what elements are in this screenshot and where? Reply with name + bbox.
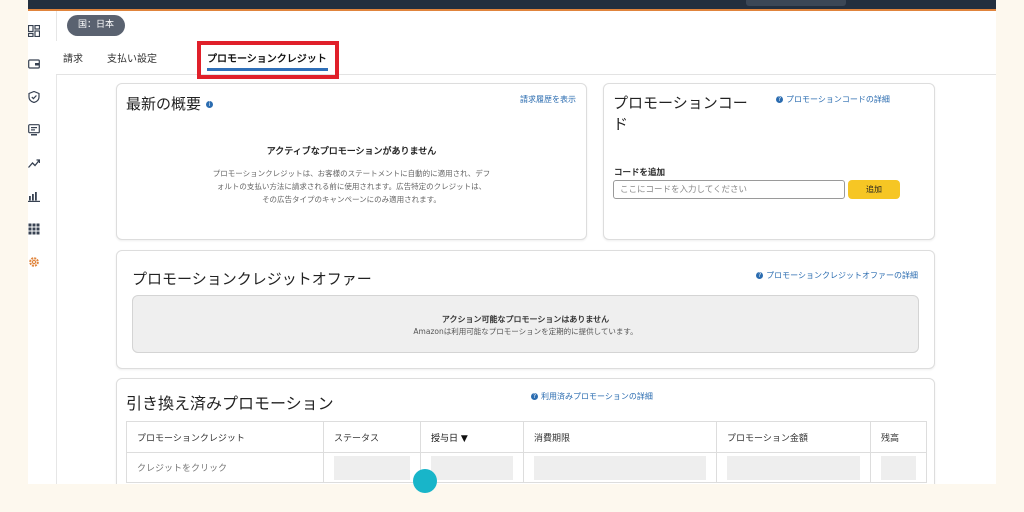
column-header-promotion-credit: プロモーションクレジット [126,421,324,453]
promo-code-title: プロモーションコー ド [613,93,748,135]
cell-promotion-credit[interactable]: クレジットをクリック [126,452,324,483]
redeemed-details-label: 利用済みプロモーションの詳細 [541,392,653,401]
info-icon[interactable]: i [205,101,213,108]
dashboard-icon[interactable] [28,25,40,37]
top-bar-button[interactable] [746,0,846,6]
tab-billing[interactable]: 請求 [63,50,83,65]
column-header-expiration: 消費期限 [523,421,717,453]
add-code-button[interactable]: 追加 [848,180,900,199]
column-header-balance: 残高 [870,421,927,453]
app-frame: 国：日本 請求 支払い設定 プロモーションクレジット 最新の概要 i 請求履歴を… [28,0,996,484]
promo-code-details-label: プロモーションコードの詳細 [786,95,890,104]
cursor-indicator [413,469,437,493]
trend-icon[interactable] [28,157,40,169]
offers-details-label: プロモーションクレジットオファーの詳細 [766,271,918,280]
settings-icon[interactable] [28,256,40,268]
description-line: その広告タイプのキャンペーンにのみ適用されます。 [262,195,441,204]
tab-bar: 請求 支払い設定 プロモーションクレジット [56,41,996,79]
column-header-status: ステータス [323,421,421,453]
table-row[interactable]: クレジットをクリック [126,452,927,483]
cell-loading [523,452,717,483]
latest-overview-card: 最新の概要 i 請求履歴を表示 アクティブなプロモーションがありません プロモー… [116,83,587,240]
grid-icon[interactable] [28,223,40,235]
promotion-credit-offers-card: プロモーションクレジットオファー ? プロモーションクレジットオファーの詳細 アク… [116,250,935,369]
promo-code-title-line: プロモーションコー [613,94,748,112]
redeemed-promotions-card: 引き換え済みプロモーション ? 利用済みプロモーションの詳細 プロモーションクレジ… [116,378,935,484]
promo-code-input[interactable]: ここにコードを入力してください [613,180,845,199]
offers-details-link[interactable]: ? プロモーションクレジットオファーの詳細 [756,270,918,281]
sidebar [28,11,57,484]
tab-highlight-annotation [197,41,339,79]
redeemed-table: プロモーションクレジット ステータス 授与日 ▼ 消費期限 プロモーション金額 … [126,421,927,483]
redeemed-title: 引き換え済みプロモーション [126,394,334,413]
latest-overview-title-row: 最新の概要 i [126,93,216,114]
tab-payment-settings[interactable]: 支払い設定 [107,50,157,65]
cell-loading [870,452,927,483]
redeemed-details-link[interactable]: ? 利用済みプロモーションの詳細 [531,391,653,402]
monitor-icon[interactable] [28,124,40,136]
column-header-award-date[interactable]: 授与日 ▼ [420,421,524,453]
description-line: プロモーションクレジットは、お客様のステートメントに自動的に適用され、デフ [212,169,491,178]
promo-code-details-link[interactable]: ? プロモーションコードの詳細 [776,94,890,105]
wallet-icon[interactable] [28,58,40,70]
promo-code-card: プロモーションコー ド ? プロモーションコードの詳細 コードを追加 ここにコード… [603,83,935,240]
shield-icon[interactable] [28,91,40,103]
cell-loading [323,452,421,483]
offers-title: プロモーションクレジットオファー [132,270,372,288]
country-selector[interactable]: 国：日本 [67,15,126,36]
offers-empty-state: アクション可能なプロモーションはありません Amazonは利用可能なプロモーショ… [132,295,919,353]
question-icon: ? [531,393,538,400]
no-active-promotions-heading: アクティブなプロモーションがありません [266,147,437,157]
description-line: ォルトの支払い方法に請求される前に使用されます。広告特定のクレジットは、 [216,182,487,191]
column-header-promotion-amount: プロモーション金額 [716,421,871,453]
table-header-row: プロモーションクレジット ステータス 授与日 ▼ 消費期限 プロモーション金額 … [126,421,927,453]
add-code-label: コードを追加 [614,168,666,178]
question-icon: ? [776,96,783,103]
promo-code-title-line: ド [613,115,629,133]
offers-empty-subtext: Amazonは利用可能なプロモーションを定期的に提供しています。 [413,327,638,336]
bar-chart-icon[interactable] [28,190,40,202]
no-actionable-promotions: アクション可能なプロモーションはありません [441,315,610,324]
promotion-credits-description: プロモーションクレジットは、お客様のステートメントに自動的に適用され、デフ ォル… [117,167,586,206]
top-navigation-bar [28,0,996,11]
cell-loading [716,452,871,483]
billing-history-link[interactable]: 請求履歴を表示 [520,94,576,105]
latest-overview-title: 最新の概要 [126,95,202,113]
question-icon: ? [756,272,764,279]
